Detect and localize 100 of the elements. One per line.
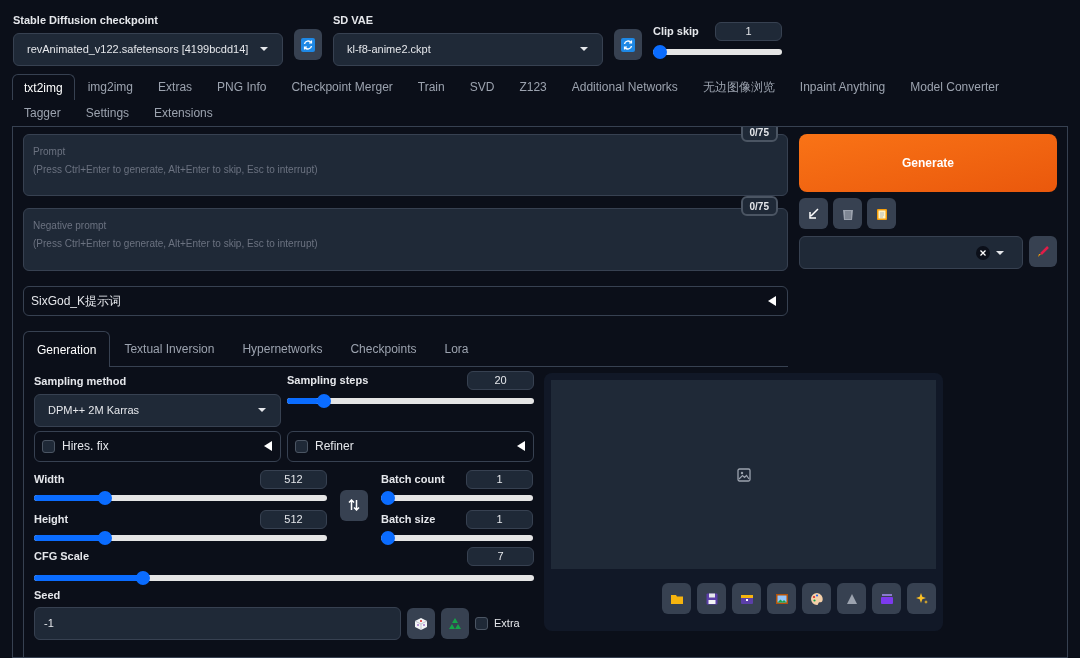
- tab[interactable]: SVD: [457, 74, 507, 100]
- tab[interactable]: txt2img: [12, 74, 75, 100]
- field-label: Height: [34, 511, 69, 527]
- slider-fill: [287, 398, 320, 404]
- tab[interactable]: Z123: [507, 74, 559, 100]
- edit-styles-button[interactable]: [1029, 236, 1057, 267]
- field-label: Batch size: [381, 511, 436, 527]
- caret-icon: [579, 46, 589, 52]
- image-icon: [736, 467, 751, 482]
- tab[interactable]: Extras: [146, 74, 205, 100]
- toolbar-button[interactable]: [767, 583, 796, 614]
- placeholder: (Press Ctrl+Enter to generate, Alt+Enter to skip, Esc to interrupt): [33, 237, 319, 252]
- tab[interactable]: Settings: [73, 100, 142, 126]
- slider-thumb[interactable]: [381, 490, 395, 505]
- recycle-icon: [448, 616, 462, 631]
- slider-thumb[interactable]: [381, 530, 395, 545]
- slider-thumb[interactable]: [653, 45, 667, 59]
- number-field[interactable]: 1: [715, 22, 782, 41]
- field-label: CFG Scale: [34, 548, 90, 564]
- field-label: Sampling steps: [287, 373, 369, 389]
- toolbar-button[interactable]: [907, 583, 936, 614]
- accordion-header[interactable]: Hires. fix: [34, 430, 281, 462]
- tab[interactable]: Tagger: [12, 100, 73, 126]
- toolbar-button[interactable]: [837, 583, 866, 614]
- refresh-icon: [301, 37, 315, 52]
- number-field[interactable]: 512: [260, 509, 327, 529]
- field-label: Clip skip: [653, 24, 699, 40]
- tab[interactable]: Hypernetworks: [228, 331, 337, 367]
- field-label: Sampling method: [34, 374, 128, 389]
- clipboard-icon: [874, 206, 889, 221]
- tab[interactable]: Model Converter: [898, 74, 1011, 100]
- accordion-header[interactable]: SixGod_K提示词: [23, 285, 788, 316]
- swap-button[interactable]: [340, 489, 368, 521]
- toolbar-button[interactable]: [802, 583, 831, 614]
- brush-icon: [1036, 244, 1050, 259]
- tool-button[interactable]: [799, 198, 828, 229]
- slider-thumb[interactable]: [317, 394, 332, 408]
- field-label: Width: [34, 471, 65, 487]
- number-field[interactable]: 1: [466, 509, 533, 529]
- clapper-icon: [879, 591, 894, 606]
- slider-thumb[interactable]: [98, 490, 113, 505]
- arrow-icon: [806, 206, 821, 221]
- toolbar-button[interactable]: [697, 583, 726, 614]
- number-field[interactable]: 7: [467, 546, 534, 566]
- clear-icon: [976, 245, 990, 260]
- tool-button[interactable]: [867, 198, 896, 229]
- field-label: Stable Diffusion checkpoint: [13, 13, 159, 28]
- caret-icon: [259, 46, 269, 52]
- tab[interactable]: Train: [405, 74, 457, 100]
- tab[interactable]: PNG Info: [205, 74, 279, 100]
- tab[interactable]: Additional Networks: [559, 74, 690, 100]
- framed-picture-icon: [774, 591, 789, 606]
- caret-icon: [995, 249, 1005, 256]
- field-label: Prompt: [33, 145, 67, 159]
- field-label: Negative prompt: [33, 219, 108, 234]
- tool-button[interactable]: [833, 198, 862, 229]
- dropdown[interactable]: revAnimated_v122.safetensors [4199bcdd14]: [13, 32, 283, 66]
- checkbox[interactable]: [475, 617, 488, 630]
- palette-icon: [809, 591, 824, 606]
- accordion-title: Refiner: [315, 438, 355, 455]
- random-seed-button[interactable]: [407, 608, 435, 639]
- swap-icon: [348, 499, 360, 511]
- caret-icon: [257, 407, 267, 413]
- refresh-button[interactable]: [614, 29, 642, 60]
- accordion-header[interactable]: Refiner: [287, 430, 534, 462]
- number-field[interactable]: 512: [260, 469, 327, 489]
- accordion-title: SixGod_K提示词: [31, 292, 122, 310]
- toolbar-button[interactable]: [732, 583, 761, 614]
- reuse-seed-button[interactable]: [441, 608, 469, 639]
- field-label: SD VAE: [333, 13, 375, 28]
- sparkles-icon: [914, 591, 929, 606]
- token-counter: 0/75: [740, 196, 778, 217]
- placeholder: (Press Ctrl+Enter to generate, Alt+Enter to skip, Esc to interrupt): [33, 163, 319, 177]
- slider-thumb[interactable]: [98, 530, 113, 545]
- tab[interactable]: Extensions: [142, 100, 225, 126]
- tab[interactable]: Generation: [23, 331, 111, 367]
- tab[interactable]: Checkpoint Merger: [279, 74, 405, 100]
- field-label: Seed: [34, 587, 62, 603]
- field-label: Batch count: [381, 471, 445, 487]
- tab[interactable]: Inpaint Anything: [787, 74, 898, 100]
- tab[interactable]: Lora: [430, 331, 483, 367]
- checkbox-label: Extra: [494, 616, 520, 632]
- dice-icon: [414, 616, 428, 631]
- number-field[interactable]: 1: [466, 469, 533, 489]
- toolbar-button[interactable]: [662, 583, 691, 614]
- dropdown[interactable]: DPM++ 2M Karras: [34, 393, 281, 427]
- tab[interactable]: 无边图像浏览: [690, 74, 787, 100]
- accordion-title: Hires. fix: [62, 438, 110, 455]
- checkbox[interactable]: [42, 439, 55, 453]
- tab[interactable]: img2img: [75, 74, 146, 100]
- dropdown[interactable]: kl-f8-anime2.ckpt: [333, 32, 603, 66]
- slider-thumb[interactable]: [136, 570, 151, 585]
- number-field[interactable]: 20: [467, 371, 534, 390]
- seed-field[interactable]: -1: [34, 607, 401, 640]
- tab[interactable]: Textual Inversion: [110, 331, 229, 367]
- tab[interactable]: Checkpoints: [336, 331, 431, 367]
- refresh-button[interactable]: [294, 29, 322, 60]
- refresh-icon: [621, 37, 635, 52]
- checkbox[interactable]: [295, 439, 308, 453]
- token-counter: 0/75: [740, 127, 778, 142]
